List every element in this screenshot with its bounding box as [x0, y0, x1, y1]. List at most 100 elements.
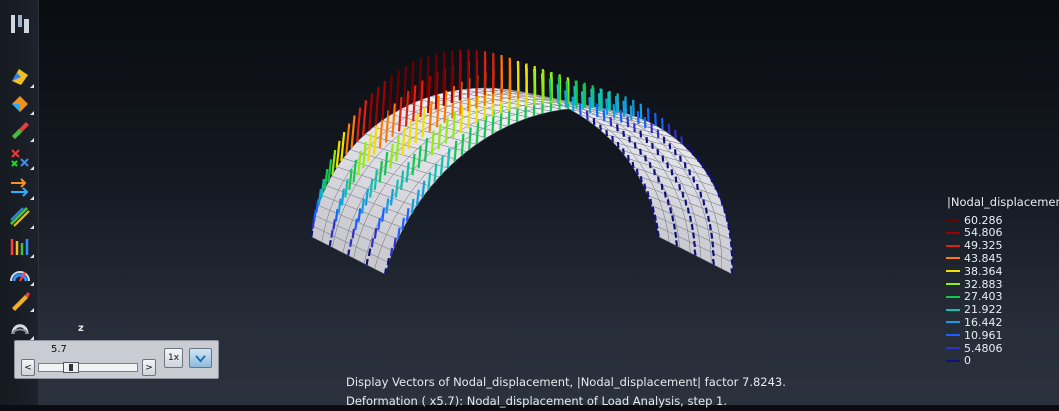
vector-arrow	[731, 250, 732, 256]
vector-arrow	[534, 69, 535, 95]
vector-arrow	[621, 110, 622, 122]
vector-arrow	[713, 259, 714, 265]
legend-swatch	[946, 219, 960, 221]
deformation-icon[interactable]	[8, 316, 32, 340]
vector-arrow	[341, 132, 344, 161]
vector-arrow	[628, 155, 629, 161]
legend-swatch	[946, 245, 960, 247]
vector-arrow	[427, 56, 428, 98]
smooth-contour-icon[interactable]	[8, 118, 32, 142]
vector-arrow	[732, 259, 733, 265]
vector-arrow	[670, 207, 671, 213]
vector-field-icon[interactable]	[8, 234, 32, 258]
legend-value: 5.4806	[964, 342, 1003, 355]
vector-arrow	[650, 162, 651, 168]
vector-arrow	[597, 103, 598, 117]
vector-arrow	[713, 250, 714, 256]
vector-arrow	[376, 87, 379, 125]
vector-arrow	[710, 224, 711, 230]
vector-arrow	[398, 228, 399, 239]
vector-arrow	[695, 250, 696, 256]
vector-arrow	[693, 233, 694, 239]
legend-value: 43.845	[964, 252, 1003, 265]
vector-arrow	[394, 238, 395, 248]
legend-entry: 60.286	[946, 214, 1003, 226]
vector-arrow	[676, 177, 677, 183]
vector-arrow	[724, 207, 725, 213]
vector-arrow	[443, 52, 444, 93]
vector-arrow	[378, 218, 380, 230]
vector-arrow	[604, 110, 605, 121]
vector-arrow	[355, 219, 357, 230]
vector-arrow	[703, 162, 704, 168]
vector-arrow	[352, 115, 355, 148]
vector-arrow	[382, 81, 385, 120]
vector-arrow	[638, 111, 639, 124]
display-vectors-icon[interactable]	[8, 146, 32, 170]
legend-entry: 38.364	[946, 265, 1003, 277]
vector-arrow	[727, 216, 728, 222]
vector-arrow	[565, 90, 566, 107]
collapse-panel-button[interactable]	[189, 348, 212, 368]
legend-swatch	[946, 321, 960, 323]
previous-frame-button[interactable]: <	[21, 359, 35, 376]
vector-arrow	[330, 240, 331, 246]
view-result-icon[interactable]	[8, 12, 32, 36]
vector-arrow	[658, 130, 659, 138]
vector-arrow	[711, 176, 712, 182]
gauge-icon[interactable]	[8, 262, 32, 286]
vector-arrow	[689, 169, 690, 175]
vector-arrow	[675, 232, 676, 238]
contour-lines-icon[interactable]	[8, 91, 32, 115]
vector-arrow	[369, 93, 372, 130]
caption-line-1: Display Vectors of Nodal_displacement, |…	[346, 373, 786, 392]
vector-arrow	[469, 127, 471, 149]
vector-arrow	[694, 241, 695, 247]
line-diagram-icon[interactable]	[8, 176, 32, 200]
vector-arrow	[574, 86, 575, 106]
vector-arrow	[346, 124, 349, 155]
animation-slider[interactable]	[38, 363, 138, 372]
vector-arrow	[631, 106, 632, 120]
vector-arrow	[669, 124, 670, 134]
vector-arrow	[731, 241, 732, 247]
vector-arrow	[608, 92, 609, 111]
vector-arrow	[722, 199, 723, 205]
vector-arrow	[683, 192, 684, 198]
legend-value: 60.286	[964, 214, 1003, 227]
vector-arrow	[648, 191, 649, 197]
vector-arrow	[658, 177, 659, 183]
contour-fill-icon[interactable]	[8, 64, 32, 88]
vector-arrow	[599, 93, 600, 111]
legend-entry: 49.325	[946, 240, 1003, 252]
vector-arrow	[411, 62, 413, 104]
vector-arrow	[623, 101, 624, 117]
vector-arrow	[353, 229, 354, 239]
vector-arrow	[644, 184, 645, 190]
vector-arrow	[703, 200, 704, 206]
animation-slider-thumb[interactable]	[63, 362, 79, 373]
legend-value: 38.364	[964, 265, 1003, 278]
vector-arrow	[333, 219, 334, 229]
next-frame-button[interactable]: >	[142, 359, 156, 376]
animation-speed-button[interactable]: 1x	[164, 348, 183, 368]
legend-swatch	[946, 347, 960, 349]
vector-arrow	[451, 50, 452, 91]
vector-arrow	[311, 231, 312, 237]
vector-arrow	[606, 99, 607, 115]
legend-swatch	[946, 360, 960, 362]
iso-surfaces-icon[interactable]	[8, 205, 32, 229]
vector-arrow	[711, 233, 712, 239]
vector-arrow	[567, 81, 568, 103]
legend-entry: 43.845	[946, 252, 1003, 264]
vector-arrow	[719, 191, 720, 197]
vector-arrow	[681, 136, 682, 144]
vector-arrow	[542, 74, 543, 98]
vector-arrow	[663, 156, 664, 162]
legend-value: 0	[964, 354, 971, 367]
vector-arrow	[637, 169, 638, 175]
vector-arrow	[645, 117, 646, 128]
vector-arrow	[715, 184, 716, 190]
color-pen-icon[interactable]	[8, 288, 32, 312]
arch-mesh	[311, 88, 732, 274]
